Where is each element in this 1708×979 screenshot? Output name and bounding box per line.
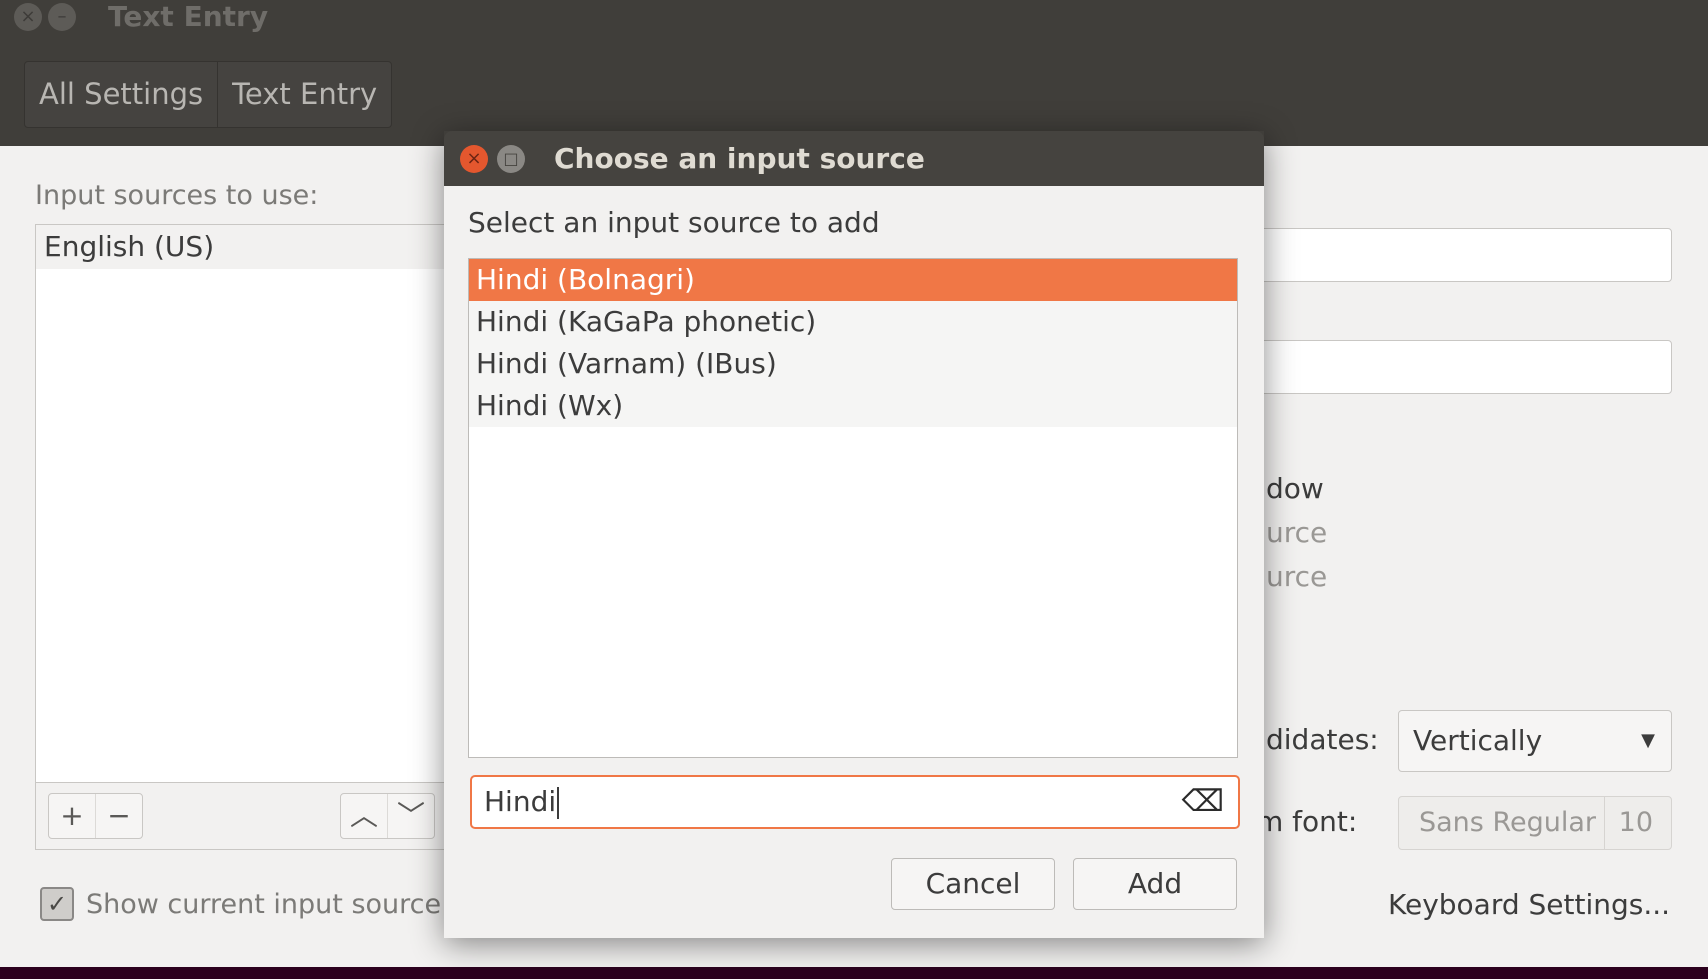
partial-label-source-1: urce	[1266, 516, 1328, 549]
list-item[interactable]: English (US)	[36, 225, 456, 269]
custom-font-name: Sans Regular	[1419, 807, 1597, 838]
dialog-titlebar: × □ Choose an input source	[444, 131, 1264, 186]
chevron-down-icon: ▼	[1641, 730, 1655, 751]
list-item[interactable]: Hindi (Bolnagri)	[469, 259, 1237, 301]
window-titlebar: × – Text Entry All Settings Text Entry	[0, 0, 1708, 146]
candidates-value: Vertically	[1413, 724, 1543, 757]
breadcrumb-text-entry[interactable]: Text Entry	[218, 62, 391, 127]
show-current-source-row[interactable]: ✓ Show current input source	[40, 887, 441, 921]
switch-next-shortcut-field[interactable]	[1250, 228, 1672, 282]
window-title: Text Entry	[108, 0, 269, 33]
sources-list: English (US)	[35, 224, 457, 783]
show-current-source-checkbox[interactable]: ✓	[40, 887, 74, 921]
partial-label-window: dow	[1266, 472, 1324, 505]
candidates-dropdown[interactable]: Vertically ▼	[1398, 710, 1672, 772]
window-minimize-icon[interactable]: –	[48, 3, 76, 31]
partial-label-source-2: urce	[1266, 560, 1328, 593]
breadcrumb: All Settings Text Entry	[24, 61, 393, 128]
dialog-maximize-icon[interactable]: □	[497, 145, 525, 173]
list-item[interactable]: Hindi (Varnam) (IBus)	[469, 343, 1237, 385]
dialog-prompt: Select an input source to add	[468, 206, 880, 239]
move-down-button[interactable]: ﹀	[387, 794, 434, 838]
search-input-value: Hindi	[484, 777, 559, 827]
move-up-button[interactable]: ︿	[341, 794, 387, 838]
list-item[interactable]: Hindi (KaGaPa phonetic)	[469, 301, 1237, 343]
add-source-button[interactable]: +	[49, 794, 95, 838]
sources-toolbar: + − ︿ ﹀	[35, 782, 457, 850]
window-close-icon[interactable]: ×	[14, 3, 42, 31]
custom-font-button[interactable]: Sans Regular 10	[1398, 796, 1672, 850]
candidates-label: didates:	[1266, 723, 1379, 756]
cancel-button[interactable]: Cancel	[891, 858, 1055, 910]
dialog-body: Select an input source to add Hindi (Bol…	[444, 186, 1264, 938]
dialog-close-icon[interactable]: ×	[460, 145, 488, 173]
move-group: ︿ ﹀	[340, 793, 435, 839]
list-item[interactable]: Hindi (Wx)	[469, 385, 1237, 427]
dialog-title: Choose an input source	[554, 142, 925, 175]
custom-font-size: 10	[1603, 797, 1653, 849]
clear-search-icon[interactable]: ⌫	[1182, 777, 1224, 827]
sources-label: Input sources to use:	[35, 180, 319, 211]
input-source-list: Hindi (Bolnagri) Hindi (KaGaPa phonetic)…	[468, 258, 1238, 758]
breadcrumb-all-settings[interactable]: All Settings	[25, 62, 219, 127]
show-current-source-label: Show current input source	[86, 888, 442, 920]
remove-source-button[interactable]: −	[95, 794, 142, 838]
switch-prev-shortcut-field[interactable]	[1250, 340, 1672, 394]
custom-font-label: m font:	[1256, 805, 1358, 838]
search-input[interactable]: Hindi ⌫	[470, 775, 1240, 829]
add-button[interactable]: Add	[1073, 858, 1237, 910]
add-remove-group: + −	[48, 793, 143, 839]
keyboard-settings-button[interactable]: Keyboard Settings...	[1388, 888, 1670, 921]
desktop-strip	[0, 967, 1708, 979]
